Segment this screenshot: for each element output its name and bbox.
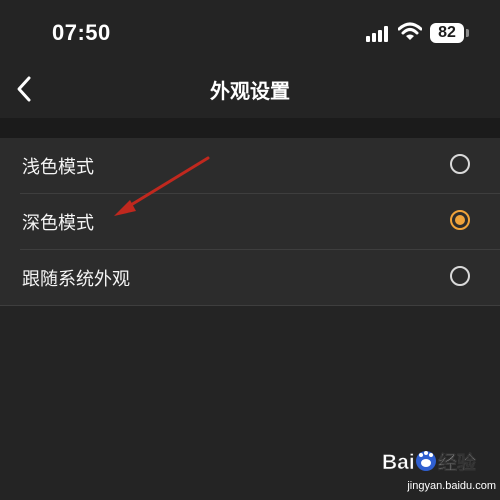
nav-bar: 外观设置	[0, 60, 500, 118]
divider	[0, 305, 500, 306]
status-time: 07:50	[52, 20, 111, 45]
radio-button[interactable]	[450, 154, 470, 174]
section-gap	[0, 118, 500, 138]
battery-cap	[466, 29, 469, 37]
option-light-mode[interactable]: 浅色模式	[0, 138, 500, 194]
option-label: 浅色模式	[22, 157, 94, 178]
red-arrow-annotation	[114, 156, 210, 216]
option-label: 跟随系统外观	[22, 269, 130, 290]
battery-icon: 82	[430, 23, 464, 43]
watermark-url: jingyan.baidu.com	[407, 480, 496, 492]
baidu-jingyan-watermark: Bai 经验 jingyan.baidu.com	[376, 444, 496, 496]
svg-text:Bai: Bai	[382, 451, 415, 474]
svg-text:经验: 经验	[438, 451, 477, 474]
status-bar: 07:50 82	[0, 0, 500, 60]
option-dark-mode[interactable]: 深色模式	[0, 194, 500, 250]
baidu-logo-icon: Bai 经验	[382, 451, 478, 475]
radio-button[interactable]	[450, 266, 470, 286]
option-label: 深色模式	[22, 213, 94, 234]
cellular-signal-icon	[366, 26, 388, 42]
radio-button-selected[interactable]	[450, 210, 470, 230]
page-title: 外观设置	[210, 79, 290, 103]
option-follow-system[interactable]: 跟随系统外观	[0, 250, 500, 306]
appearance-options-list: 浅色模式 深色模式 跟随系统外观	[0, 138, 500, 306]
wifi-icon	[398, 22, 422, 40]
